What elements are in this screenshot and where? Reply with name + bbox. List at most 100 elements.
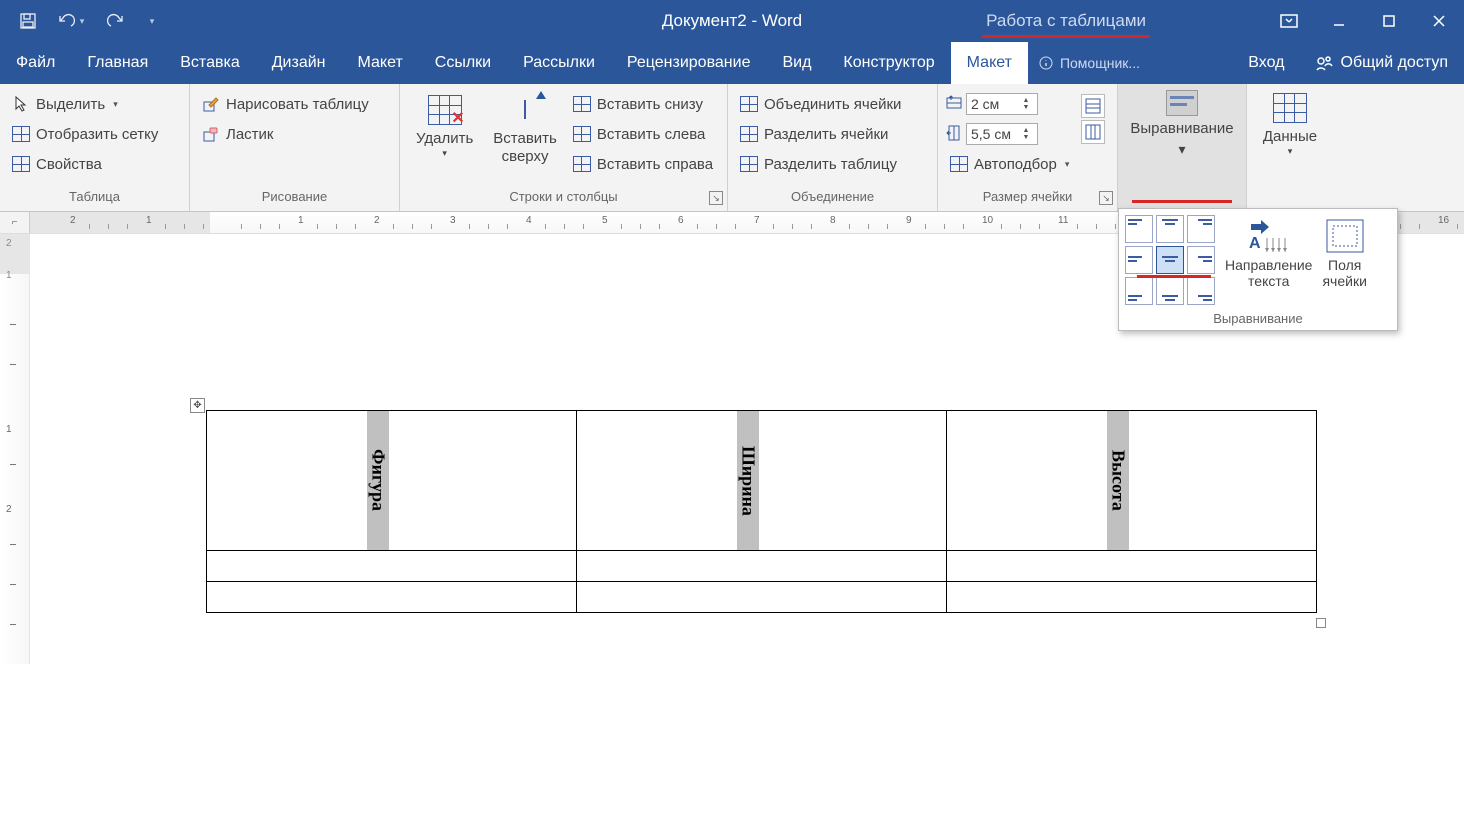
document-table[interactable]: Фигура Ширина Высота [206, 410, 1317, 613]
ribbon-display-options-button[interactable] [1264, 0, 1314, 42]
data-icon [1272, 90, 1308, 126]
insert-below-button[interactable]: Вставить снизу [569, 90, 717, 118]
qat-customize-button[interactable]: ▾ [140, 0, 164, 42]
split-cells-button[interactable]: Разделить ячейки [736, 120, 905, 148]
row-height-icon [946, 95, 962, 114]
row-height-field[interactable]: 2 см▲▼ [946, 90, 1073, 118]
tab-references[interactable]: Ссылки [419, 42, 507, 84]
ruler-corner: ⌐ [0, 212, 30, 233]
dialog-launcher-rowscols[interactable]: ↘ [709, 191, 723, 205]
group-alignment: Выравнивание ▾ [1118, 84, 1247, 211]
tab-view[interactable]: Вид [766, 42, 827, 84]
text-direction-button[interactable]: A Направление текста [1225, 215, 1312, 305]
column-width-field[interactable]: 5,5 см▲▼ [946, 120, 1073, 148]
header-cell-3: Высота [1108, 450, 1129, 511]
tab-mailings[interactable]: Рассылки [507, 42, 611, 84]
group-data: Данные ▾ [1247, 84, 1333, 211]
share-button[interactable]: Общий доступ [1299, 42, 1464, 84]
quick-access-toolbar: ▾ ▾ [0, 0, 164, 42]
header-cell-2: Ширина [738, 446, 759, 516]
insert-left-button[interactable]: Вставить слева [569, 120, 717, 148]
pencil-icon [202, 95, 220, 113]
alignment-gallery-popup: A Направление текста Поля ячейки Выравни… [1118, 208, 1398, 331]
group-draw: Нарисовать таблицу Ластик Рисование [190, 84, 400, 211]
split-table-button[interactable]: Разделить таблицу [736, 150, 905, 178]
align-bot-left[interactable] [1125, 277, 1153, 305]
text-direction-icon: A [1247, 217, 1291, 255]
alignment-button[interactable]: Выравнивание ▾ [1118, 84, 1246, 211]
align-top-left[interactable] [1125, 215, 1153, 243]
tab-home[interactable]: Главная [71, 42, 164, 84]
group-label-cellsize: Размер ячейки↘ [938, 187, 1117, 211]
group-rows-columns: ✕ Удалить ▾ Вставить сверху Вставить сни… [400, 84, 728, 211]
autofit-button[interactable]: Автоподбор▾ [946, 150, 1073, 178]
tab-file[interactable]: Файл [0, 42, 71, 84]
sign-in-button[interactable]: Вход [1234, 42, 1298, 84]
minimize-button[interactable] [1314, 0, 1364, 42]
close-button[interactable] [1414, 0, 1464, 42]
group-merge: Объединить ячейки Разделить ячейки Разде… [728, 84, 938, 211]
table-resize-handle[interactable] [1316, 618, 1326, 628]
eraser-button[interactable]: Ластик [198, 120, 373, 148]
undo-button[interactable]: ▾ [52, 0, 92, 42]
align-bot-right[interactable] [1187, 277, 1215, 305]
svg-text:A: A [1249, 235, 1261, 252]
maximize-button[interactable] [1364, 0, 1414, 42]
align-bot-center[interactable] [1156, 277, 1184, 305]
save-button[interactable] [8, 0, 48, 42]
table-move-handle[interactable]: ✥ [190, 398, 205, 413]
popup-footer-label: Выравнивание [1125, 305, 1391, 326]
grid-icon [12, 125, 30, 143]
merge-icon [740, 95, 758, 113]
tab-review[interactable]: Рецензирование [611, 42, 767, 84]
data-button[interactable]: Данные ▾ [1247, 84, 1333, 180]
header-cell-1: Фигура [368, 449, 389, 511]
tell-me-box[interactable]: Помощник... [1028, 42, 1150, 84]
cell-margins-icon [1323, 217, 1367, 255]
title-bar: ▾ ▾ Документ2 - Word Работа с таблицами [0, 0, 1464, 42]
tab-table-layout[interactable]: Макет [951, 42, 1028, 84]
insert-below-icon [573, 95, 591, 113]
delete-button[interactable]: ✕ Удалить ▾ [408, 90, 481, 186]
alignment-grid [1125, 215, 1215, 305]
distribute-columns-button[interactable] [1081, 120, 1105, 144]
align-mid-center[interactable] [1156, 246, 1184, 274]
align-mid-right[interactable] [1187, 246, 1215, 274]
insert-right-button[interactable]: Вставить справа [569, 150, 717, 178]
draw-table-button[interactable]: Нарисовать таблицу [198, 90, 373, 118]
alignment-icon [1166, 90, 1198, 116]
insert-left-icon [573, 125, 591, 143]
group-label-draw: Рисование [190, 187, 399, 211]
properties-button[interactable]: Свойства [8, 150, 162, 178]
red-underline-annotation [982, 35, 1150, 38]
insert-above-button[interactable]: Вставить сверху [485, 90, 565, 186]
group-label-rowscols: Строки и столбцы↘ [400, 187, 727, 211]
vertical-ruler[interactable]: 2 1 1 2 [0, 234, 30, 664]
group-label-merge: Объединение [728, 187, 937, 211]
view-gridlines-button[interactable]: Отобразить сетку [8, 120, 162, 148]
tab-pagelayout[interactable]: Макет [342, 42, 419, 84]
cursor-icon [12, 95, 30, 113]
insert-right-icon [573, 155, 591, 173]
group-label-table: Таблица [0, 187, 189, 211]
tab-table-design[interactable]: Конструктор [827, 42, 950, 84]
distribute-rows-button[interactable] [1081, 94, 1105, 118]
undo-dropdown-icon[interactable]: ▾ [77, 16, 88, 27]
merge-cells-button[interactable]: Объединить ячейки [736, 90, 905, 118]
insert-above-icon [507, 92, 543, 128]
select-button[interactable]: Выделить▾ [8, 90, 162, 118]
red-underline-annotation [1137, 275, 1211, 278]
dialog-launcher-cellsize[interactable]: ↘ [1099, 191, 1113, 205]
align-top-center[interactable] [1156, 215, 1184, 243]
tab-insert[interactable]: Вставка [164, 42, 255, 84]
split-table-icon [740, 155, 758, 173]
redo-button[interactable] [96, 0, 136, 42]
align-mid-left[interactable] [1125, 246, 1153, 274]
cell-margins-button[interactable]: Поля ячейки [1322, 215, 1366, 305]
autofit-icon [950, 155, 968, 173]
align-top-right[interactable] [1187, 215, 1215, 243]
tab-design[interactable]: Дизайн [256, 42, 342, 84]
group-table: Выделить▾ Отобразить сетку Свойства Табл… [0, 84, 190, 211]
ribbon-tabs: Файл Главная Вставка Дизайн Макет Ссылки… [0, 42, 1464, 84]
eraser-icon [202, 125, 220, 143]
